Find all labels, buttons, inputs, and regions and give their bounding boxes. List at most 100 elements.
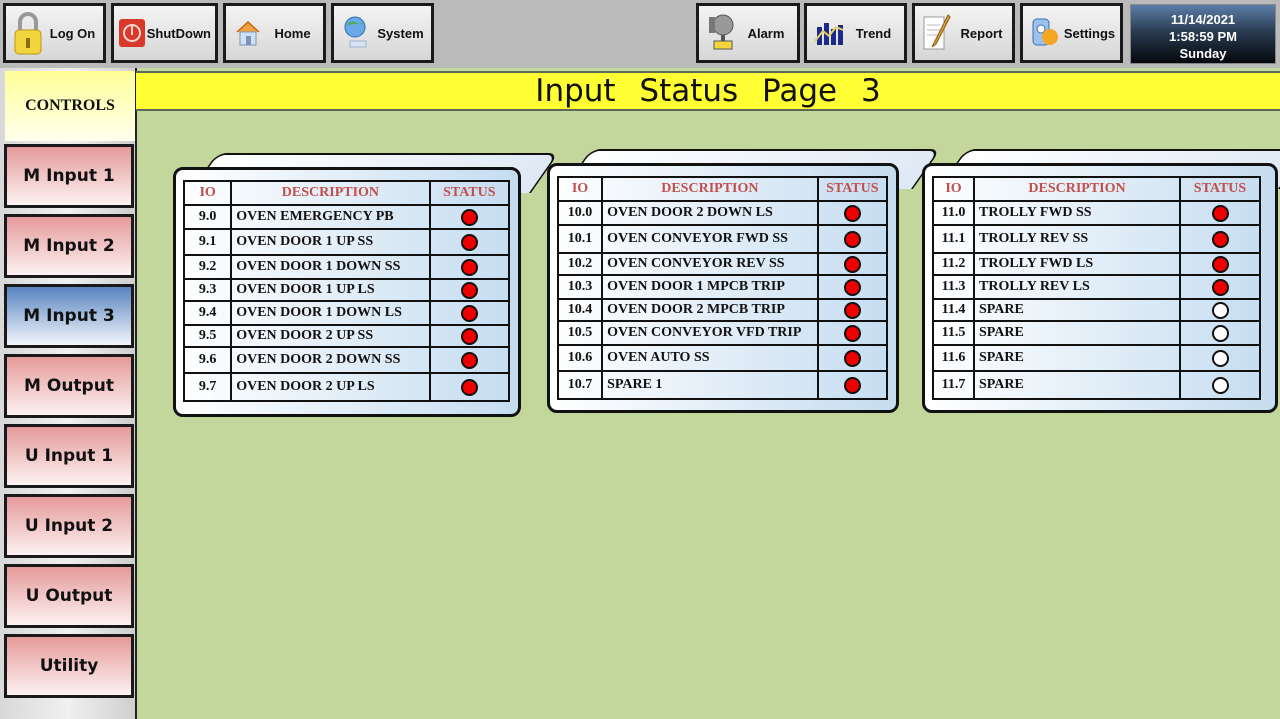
io-description: OVEN DOOR 2 DOWN SS [230,346,431,374]
io-panel-1: IO DESCRIPTION STATUS 9.0 OVEN EMERGENCY … [173,153,560,418]
col-io-header: IO [932,176,975,202]
io-address: 9.1 [182,228,233,256]
status-lamp-on-icon [843,324,861,342]
col-status-header: STATUS [1179,176,1261,202]
io-status [816,252,889,276]
io-row: 9.7 OVEN DOOR 2 UP LS [182,372,511,402]
log-on-button[interactable]: Log On [3,3,106,63]
io-description: OVEN DOOR 2 UP SS [230,324,431,348]
io-panel-3: IO DESCRIPTION STATUS 11.0 TROLLY FWD SS 1… [922,149,1280,414]
status-lamp-on-icon [1211,255,1229,273]
sidebar-item-m-input-1[interactable]: M Input 1 [4,144,134,208]
io-address: 10.0 [556,200,604,226]
top-toolbar: Log On ShutDown Home System Alarm Trend [0,0,1280,68]
io-status [428,300,511,326]
io-row: 11.1 TROLLY REV SS [932,224,1261,254]
power-icon [118,11,147,55]
status-lamp-off-icon [1211,324,1229,342]
io-description: OVEN DOOR 1 UP SS [230,228,431,256]
io-table-1: IO DESCRIPTION STATUS 9.0 OVEN EMERGENCY … [182,180,511,402]
io-status [1179,344,1261,372]
status-lamp-on-icon [460,378,478,396]
report-button[interactable]: Report [912,3,1015,63]
io-description: OVEN DOOR 1 DOWN SS [230,254,431,280]
io-row: 11.0 TROLLY FWD SS [932,200,1261,226]
shutdown-button[interactable]: ShutDown [111,3,218,63]
io-row: 10.3 OVEN DOOR 1 MPCB TRIP [556,274,889,300]
col-description-header: DESCRIPTION [973,176,1181,202]
sidebar-item-utility[interactable]: Utility [4,634,134,698]
io-row: 11.7 SPARE [932,370,1261,400]
sidebar-item-m-output[interactable]: M Output [4,354,134,418]
io-address: 11.6 [932,344,975,372]
io-status [428,278,511,302]
col-status-header: STATUS [816,176,889,202]
io-description: OVEN DOOR 1 MPCB TRIP [601,274,819,300]
io-row: 10.4 OVEN DOOR 2 MPCB TRIP [556,298,889,322]
sidebar-item-m-input-3[interactable]: M Input 3 [4,284,134,348]
status-lamp-on-icon [843,349,861,367]
alarm-label: Alarm [747,25,785,41]
status-lamp-on-icon [1211,278,1229,296]
io-address: 10.5 [556,320,604,346]
sidebar-item-u-input-1[interactable]: U Input 1 [4,424,134,488]
io-row: 9.6 OVEN DOOR 2 DOWN SS [182,346,511,374]
trend-button[interactable]: Trend [804,3,907,63]
sidebar-item-m-input-2[interactable]: M Input 2 [4,214,134,278]
io-description: OVEN EMERGENCY PB [230,204,431,230]
sidebar-item-u-input-2[interactable]: U Input 2 [4,494,134,558]
system-button[interactable]: System [331,3,434,63]
sidebar-item-u-output[interactable]: U Output [4,564,134,628]
io-row: 9.5 OVEN DOOR 2 UP SS [182,324,511,348]
alarm-button[interactable]: Alarm [696,3,800,63]
settings-icon [1027,11,1063,55]
io-status [428,204,511,230]
io-address: 9.2 [182,254,233,280]
io-panel-2: IO DESCRIPTION STATUS 10.0 OVEN DOOR 2 DO… [547,149,942,414]
io-address: 9.0 [182,204,233,230]
io-status [816,298,889,322]
io-row: 10.0 OVEN DOOR 2 DOWN LS [556,200,889,226]
io-address: 10.1 [556,224,604,254]
io-description: SPARE [973,370,1181,400]
io-description: OVEN DOOR 2 UP LS [230,372,431,402]
io-address: 9.7 [182,372,233,402]
io-status [1179,274,1261,300]
col-description-header: DESCRIPTION [230,180,431,206]
home-label: Home [274,25,311,41]
io-description: TROLLY REV LS [973,274,1181,300]
io-description: OVEN CONVEYOR FWD SS [601,224,819,254]
status-lamp-on-icon [1211,230,1229,248]
home-button[interactable]: Home [223,3,326,63]
panel-body: IO DESCRIPTION STATUS 10.0 OVEN DOOR 2 DO… [547,163,899,413]
io-description: OVEN DOOR 2 DOWN LS [601,200,819,226]
io-row: 10.1 OVEN CONVEYOR FWD SS [556,224,889,254]
settings-label: Settings [1063,25,1116,41]
io-address: 11.1 [932,224,975,254]
io-address: 10.7 [556,370,604,400]
io-status [816,200,889,226]
io-address: 10.6 [556,344,604,372]
clock-day: Sunday [1179,46,1227,61]
status-lamp-on-icon [843,230,861,248]
status-lamp-on-icon [843,376,861,394]
log-on-label: Log On [49,25,96,41]
status-lamp-on-icon [460,351,478,369]
io-description: SPARE 1 [601,370,819,400]
io-description: SPARE [973,344,1181,372]
status-lamp-off-icon [1211,349,1229,367]
io-description: OVEN DOOR 1 UP LS [230,278,431,302]
io-description: OVEN CONVEYOR REV SS [601,252,819,276]
col-description-header: DESCRIPTION [601,176,819,202]
io-row: 10.6 OVEN AUTO SS [556,344,889,372]
io-address: 11.0 [932,200,975,226]
settings-button[interactable]: Settings [1020,3,1123,63]
io-description: TROLLY REV SS [973,224,1181,254]
status-lamp-on-icon [460,304,478,322]
io-address: 9.4 [182,300,233,326]
io-row: 9.3 OVEN DOOR 1 UP LS [182,278,511,302]
io-address: 11.5 [932,320,975,346]
io-description: OVEN DOOR 1 DOWN LS [230,300,431,326]
bell-icon [703,11,739,55]
io-address: 10.3 [556,274,604,300]
